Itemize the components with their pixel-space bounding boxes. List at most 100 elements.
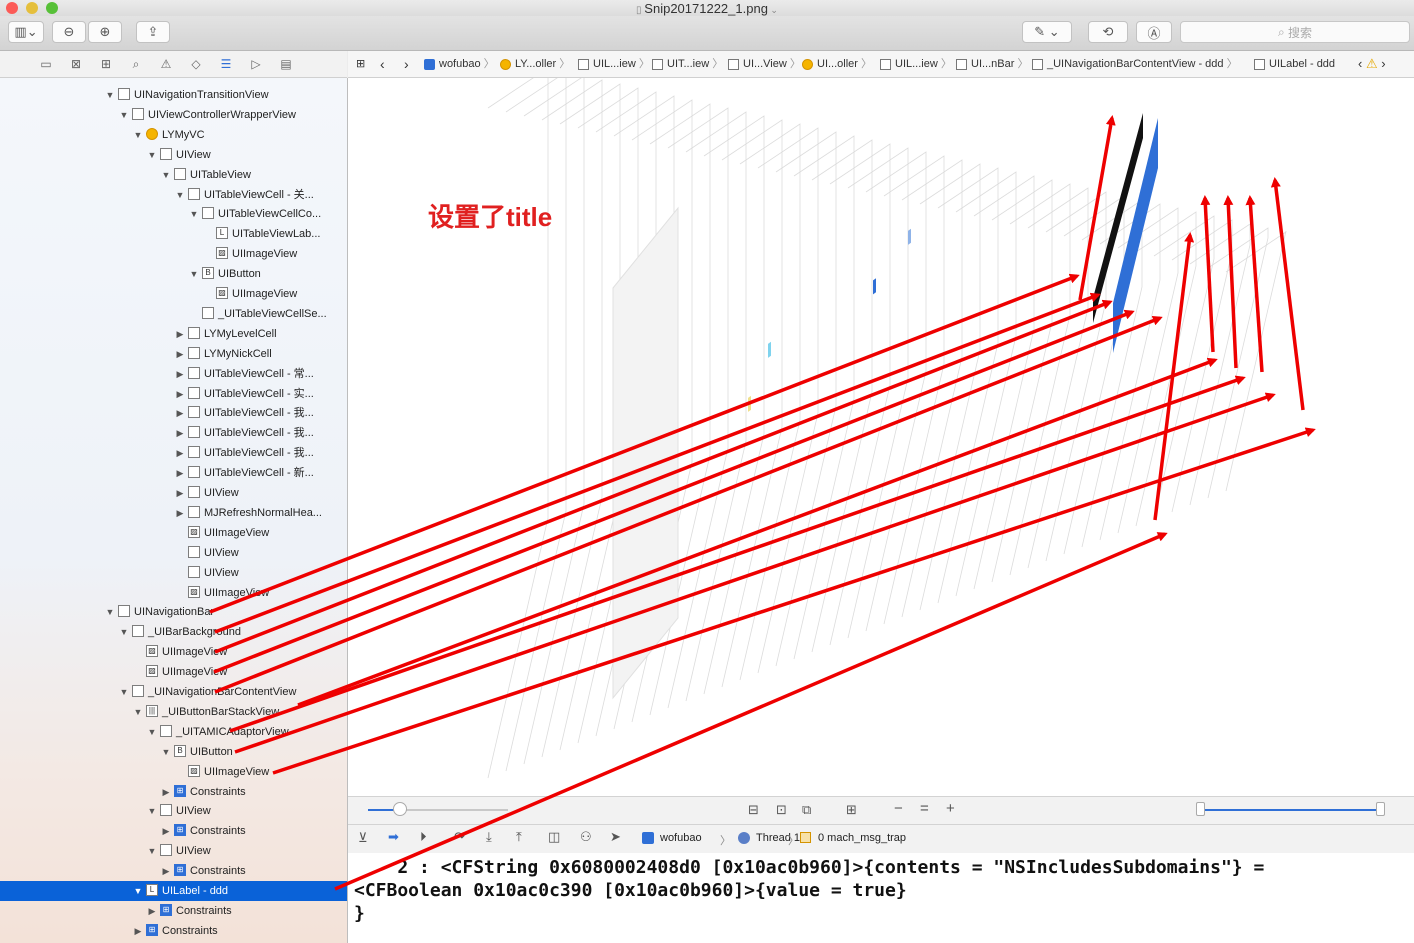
tree-row[interactable]: ▨ UIImageView (0, 583, 347, 603)
tree-row[interactable]: ▶ UIView (0, 483, 347, 503)
disclosure-closed-icon[interactable]: ▶ (160, 821, 172, 841)
disclosure-open-icon[interactable]: ▼ (132, 702, 144, 722)
breadcrumb-item[interactable]: UIL...iew 〉 (578, 51, 650, 77)
tree-row[interactable]: ▼ UITableViewCellCo... (0, 204, 347, 224)
disclosure-open-icon[interactable]: ▼ (174, 185, 186, 205)
debug-frame-label[interactable]: 0 mach_msg_trap (818, 832, 906, 844)
show-constraints-icon[interactable]: ⊡ (776, 802, 787, 818)
warning-icon[interactable]: ⚠ (158, 56, 174, 72)
tree-row[interactable]: ▶ UITableViewCell - 我... (0, 423, 347, 443)
tree-row[interactable]: ▨ UIImageView (0, 662, 347, 682)
tree-row[interactable]: ▼ B UIButton (0, 264, 347, 284)
related-items-icon[interactable]: ⊞ (356, 51, 365, 77)
disclosure-open-icon[interactable]: ▼ (104, 85, 116, 105)
zoom-out-canvas-icon[interactable]: − (894, 800, 903, 817)
view-debugger-icon[interactable]: ◫ (548, 829, 560, 845)
breadcrumb-item[interactable]: LY...oller 〉 (500, 51, 570, 77)
breadcrumb-item[interactable]: UIL...iew 〉 (880, 51, 952, 77)
debug-console[interactable]: 2 : <CFString 0x6080002408d0 [0x10ac0b96… (348, 853, 1414, 943)
disclosure-closed-icon[interactable]: ▶ (174, 483, 186, 503)
tree-row[interactable]: ▶ UITableViewCell - 新... (0, 463, 347, 483)
disclosure-closed-icon[interactable]: ▶ (174, 403, 186, 423)
tree-row[interactable]: ▼ UIView (0, 801, 347, 821)
test-icon[interactable]: ◇ (188, 56, 204, 72)
disclosure-closed-icon[interactable]: ▶ (160, 782, 172, 802)
tree-row[interactable]: ▼ ||| _UIButtonBarStackView (0, 702, 347, 722)
disclosure-closed-icon[interactable]: ▶ (160, 861, 172, 881)
tree-row[interactable]: ▨ UIImageView (0, 642, 347, 662)
hierarchy-icon[interactable]: ⊞ (98, 56, 114, 72)
tree-row[interactable]: ▶ LYMyLevelCell (0, 324, 347, 344)
find-icon[interactable]: ⌕ (128, 56, 144, 72)
disclosure-closed-icon[interactable]: ▶ (174, 503, 186, 523)
tree-row[interactable]: ▼ UINavigationBar (0, 602, 347, 622)
spacing-slider-knob[interactable] (393, 802, 407, 816)
tree-row[interactable]: UIView (0, 543, 347, 563)
folder-icon[interactable]: ▭ (38, 56, 54, 72)
chevron-down-icon[interactable]: ⌄ (768, 5, 778, 15)
tree-row[interactable]: ▶ LYMyNickCell (0, 344, 347, 364)
tree-row[interactable]: ▶ UITableViewCell - 我... (0, 443, 347, 463)
disclosure-open-icon[interactable]: ▼ (104, 602, 116, 622)
tree-row[interactable]: ▨ UIImageView (0, 523, 347, 543)
breakpoint-toggle-icon[interactable]: ➡ (388, 829, 399, 845)
tree-row[interactable]: ▼ UIView (0, 145, 347, 165)
disclosure-closed-icon[interactable]: ▶ (132, 921, 144, 941)
tree-row[interactable]: _UITableViewCellSe... (0, 304, 347, 324)
tree-row[interactable]: ▶ ⊞ Constraints (0, 921, 347, 941)
back-arrow-icon[interactable]: ‹ (380, 51, 385, 77)
display-mode-icon[interactable]: ⧉ (802, 802, 811, 818)
forward-arrow-icon[interactable]: › (404, 51, 409, 77)
zoom-actual-icon[interactable]: = (920, 800, 929, 817)
disclosure-open-icon[interactable]: ▼ (132, 881, 144, 901)
hide-console-icon[interactable]: ⊻ (358, 830, 368, 846)
breadcrumb-item[interactable]: UI...View 〉 (728, 51, 801, 77)
zoom-out-button[interactable]: ⊖ (52, 21, 86, 43)
rotate-button[interactable]: ⟲ (1088, 21, 1128, 43)
tree-row[interactable]: ▶ UITableViewCell - 实... (0, 384, 347, 404)
tree-row[interactable]: ▼ _UIBarBackground (0, 622, 347, 642)
disclosure-open-icon[interactable]: ▼ (146, 801, 158, 821)
sidebar-toggle-button[interactable]: ▥⌄ (8, 21, 44, 43)
tree-row[interactable]: ▼ UITableView (0, 165, 347, 185)
tree-row[interactable]: ▼ B UIButton (0, 742, 347, 762)
breadcrumb-item[interactable]: UI...oller 〉 (802, 51, 872, 77)
disclosure-closed-icon[interactable]: ▶ (174, 344, 186, 364)
breadcrumb-item[interactable]: UIT...iew 〉 (652, 51, 723, 77)
tree-row[interactable]: ▶ ⊞ Constraints (0, 782, 347, 802)
disclosure-closed-icon[interactable]: ▶ (174, 384, 186, 404)
issue-navigator-arrows[interactable]: ‹ ⚠ › (1358, 51, 1386, 77)
continue-icon[interactable]: ⏵ (420, 829, 427, 845)
debug-navigator-icon[interactable]: ☰ (218, 56, 234, 72)
tree-row[interactable]: ▼ L UILabel - ddd (0, 881, 347, 901)
debug-app-label[interactable]: wofubao (660, 832, 702, 844)
tree-row[interactable]: ▼ LYMyVC (0, 125, 347, 145)
step-into-icon[interactable]: ⤓ (486, 829, 492, 845)
step-over-icon[interactable]: ↷ (454, 829, 465, 845)
disclosure-open-icon[interactable]: ▼ (118, 622, 130, 642)
memory-graph-icon[interactable]: ⚇ (580, 829, 592, 845)
disclosure-open-icon[interactable]: ▼ (146, 145, 158, 165)
disclosure-open-icon[interactable]: ▼ (118, 682, 130, 702)
tree-row[interactable]: ▨ UIImageView (0, 284, 347, 304)
share-button[interactable]: ⇪ (136, 21, 170, 43)
tree-row[interactable]: ▼ UINavigationTransitionView (0, 85, 347, 105)
tree-row[interactable]: ▼ _UITAMICAdaptorView (0, 722, 347, 742)
disclosure-closed-icon[interactable]: ▶ (174, 463, 186, 483)
breadcrumb-item[interactable]: UILabel - ddd (1254, 51, 1335, 77)
tree-row[interactable]: ▨ UIImageView (0, 762, 347, 782)
range-slider-right-handle[interactable] (1376, 802, 1385, 816)
tree-row[interactable]: ▨ UIImageView (0, 244, 347, 264)
markup-button[interactable]: ✎ ⌄ (1022, 21, 1072, 43)
disclosure-closed-icon[interactable]: ▶ (146, 901, 158, 921)
tree-row[interactable]: UIView (0, 563, 347, 583)
disclosure-closed-icon[interactable]: ▶ (174, 364, 186, 384)
tree-row[interactable]: ▶ UITableViewCell - 我... (0, 403, 347, 423)
disclosure-open-icon[interactable]: ▼ (188, 264, 200, 284)
disclosure-open-icon[interactable]: ▼ (118, 105, 130, 125)
tree-row[interactable]: ▼ UITableViewCell - 关... (0, 185, 347, 205)
tree-row[interactable]: ▼ _UINavigationBarContentView (0, 682, 347, 702)
breadcrumb-item[interactable]: _UINavigationBarContentView - ddd 〉 (1032, 51, 1238, 77)
disclosure-open-icon[interactable]: ▼ (160, 165, 172, 185)
disclosure-open-icon[interactable]: ▼ (132, 125, 144, 145)
